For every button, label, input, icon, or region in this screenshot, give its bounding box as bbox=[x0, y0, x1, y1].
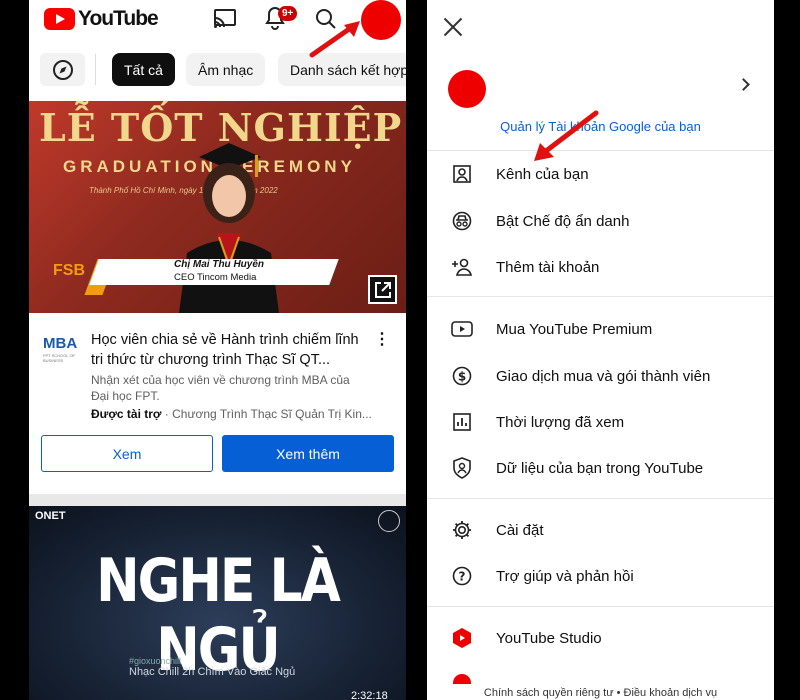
menu-label: Dữ liệu của bạn trong YouTube bbox=[496, 459, 704, 477]
ad-video-thumbnail[interactable]: LỄ TỐT NGHIỆP GRADUATION CEREMONY Thành … bbox=[29, 101, 406, 313]
youtube-icon bbox=[451, 318, 473, 340]
video-duration: 2:32:18 bbox=[351, 690, 388, 700]
divider bbox=[427, 498, 774, 499]
screenshot-composite: YouTube 9+ Tất cả Âm nhạc Danh sách kết … bbox=[0, 0, 800, 700]
graduate-figure bbox=[179, 143, 279, 313]
ad-meta: Được tài trợ · Chương Trình Thạc Sĩ Quản… bbox=[91, 407, 372, 421]
manage-google-account-link[interactable]: Quản lý Tài khoản Google của bạn bbox=[427, 119, 774, 134]
menu-label: Thêm tài khoản bbox=[496, 258, 600, 276]
speaker-role: CEO Tincom Media bbox=[174, 272, 257, 283]
explore-button[interactable] bbox=[40, 53, 85, 86]
menu-label: Mua YouTube Premium bbox=[496, 320, 653, 338]
account-menu-screen: Quản lý Tài khoản Google của bạn Kênh củ… bbox=[427, 0, 774, 700]
person-icon bbox=[451, 163, 473, 185]
menu-item-studio[interactable]: YouTube Studio bbox=[427, 615, 774, 661]
youtube-logo[interactable]: YouTube bbox=[44, 7, 159, 31]
advertiser-name: · Chương Trình Thạc Sĩ Quản Trị Kin... bbox=[164, 407, 372, 421]
close-icon[interactable] bbox=[443, 17, 463, 37]
youtube-home-screen: YouTube 9+ Tất cả Âm nhạc Danh sách kết … bbox=[29, 0, 406, 700]
speaker-name: Chị Mai Thu Huyền bbox=[174, 259, 264, 270]
thumbnail-hashtag: #gioxuonchill bbox=[129, 656, 182, 666]
add-person-icon bbox=[451, 256, 473, 278]
svg-text:$: $ bbox=[458, 370, 466, 384]
youtube-studio-icon bbox=[451, 627, 473, 649]
menu-label: Trợ giúp và phản hồi bbox=[496, 567, 634, 585]
menu-item-your-data[interactable]: Dữ liệu của bạn trong YouTube bbox=[427, 445, 774, 491]
search-icon[interactable] bbox=[315, 8, 337, 35]
fsb-brand: FSB bbox=[53, 262, 85, 279]
sponsored-label: Được tài trợ bbox=[91, 407, 162, 421]
advertiser-logo-sub: FPT SCHOOL OF BUSINESS bbox=[43, 353, 76, 363]
incognito-icon bbox=[451, 210, 473, 232]
learn-more-button[interactable]: Xem thêm bbox=[222, 435, 394, 472]
channel-logo-icon bbox=[378, 510, 400, 532]
channel-watermark: ONET bbox=[35, 510, 66, 522]
video-thumbnail[interactable]: ONET NGHE LÀ NGỦ #gioxuonchill Nhạc Chil… bbox=[29, 506, 406, 700]
menu-item-incognito[interactable]: Bật Chế độ ẩn danh bbox=[427, 198, 774, 244]
menu-label: YouTube Studio bbox=[496, 629, 602, 647]
feed-separator bbox=[29, 494, 406, 506]
account-avatar[interactable] bbox=[448, 70, 486, 108]
notification-badge: 9+ bbox=[278, 6, 298, 21]
compass-icon bbox=[52, 59, 73, 80]
cast-icon[interactable] bbox=[213, 8, 237, 35]
menu-item-premium[interactable]: Mua YouTube Premium bbox=[427, 306, 774, 352]
filter-chips: Tất cả Âm nhạc Danh sách kết hợp bbox=[29, 51, 406, 87]
thumbnail-big-text: NGHE LÀ NGỦ bbox=[96, 547, 341, 685]
menu-item-time-watched[interactable]: Thời lượng đã xem bbox=[427, 399, 774, 445]
menu-item-purchases[interactable]: $ Giao dịch mua và gói thành viên bbox=[427, 353, 774, 399]
youtube-logo-text: YouTube bbox=[78, 7, 159, 30]
menu-label: Thời lượng đã xem bbox=[496, 413, 625, 431]
ad-description: Nhận xét của học viên về chương trình MB… bbox=[91, 373, 350, 403]
gear-icon bbox=[451, 519, 473, 541]
menu-label: Cài đặt bbox=[496, 521, 544, 539]
chip-all[interactable]: Tất cả bbox=[112, 53, 175, 86]
menu-label: Kênh của bạn bbox=[496, 165, 589, 183]
menu-label: Giao dịch mua và gói thành viên bbox=[496, 367, 711, 385]
advertiser-logo[interactable]: MBA bbox=[43, 335, 77, 352]
menu-item-add-account[interactable]: Thêm tài khoản bbox=[427, 244, 774, 290]
footer-links[interactable]: Chính sách quyền riêng tư • Điều khoản d… bbox=[427, 687, 774, 699]
ad-card: MBA FPT SCHOOL OF BUSINESS Học viên chia… bbox=[29, 313, 406, 503]
divider bbox=[427, 606, 774, 607]
menu-item-settings[interactable]: Cài đặt bbox=[427, 507, 774, 553]
menu-label: Bật Chế độ ẩn danh bbox=[496, 212, 630, 230]
chip-mixes[interactable]: Danh sách kết hợp bbox=[278, 53, 406, 86]
view-button[interactable]: Xem bbox=[41, 435, 213, 472]
menu-item-help[interactable]: ? Trợ giúp và phản hồi bbox=[427, 553, 774, 599]
bar-chart-icon bbox=[451, 411, 473, 433]
top-bar: YouTube 9+ bbox=[29, 0, 406, 40]
dollar-icon: $ bbox=[451, 365, 473, 387]
thumbnail-caption: Nhạc Chill 2h Chìm Vào Giấc Ngủ bbox=[129, 666, 296, 678]
chip-divider bbox=[95, 54, 96, 85]
chevron-right-icon[interactable] bbox=[737, 78, 750, 91]
partial-red-icon bbox=[453, 674, 471, 684]
chip-music[interactable]: Âm nhạc bbox=[186, 53, 266, 86]
svg-text:?: ? bbox=[459, 570, 466, 584]
youtube-play-icon bbox=[44, 8, 75, 30]
help-icon: ? bbox=[451, 565, 473, 587]
menu-item-your-channel[interactable]: Kênh của bạn bbox=[427, 151, 774, 197]
more-options-icon[interactable]: ⋮ bbox=[374, 329, 390, 349]
ad-title[interactable]: Học viên chia sẻ về Hành trình chiếm lĩn… bbox=[91, 330, 361, 370]
shield-person-icon bbox=[451, 457, 473, 479]
external-link-icon[interactable] bbox=[368, 275, 397, 304]
account-avatar-button[interactable] bbox=[361, 0, 401, 40]
divider bbox=[427, 296, 774, 297]
